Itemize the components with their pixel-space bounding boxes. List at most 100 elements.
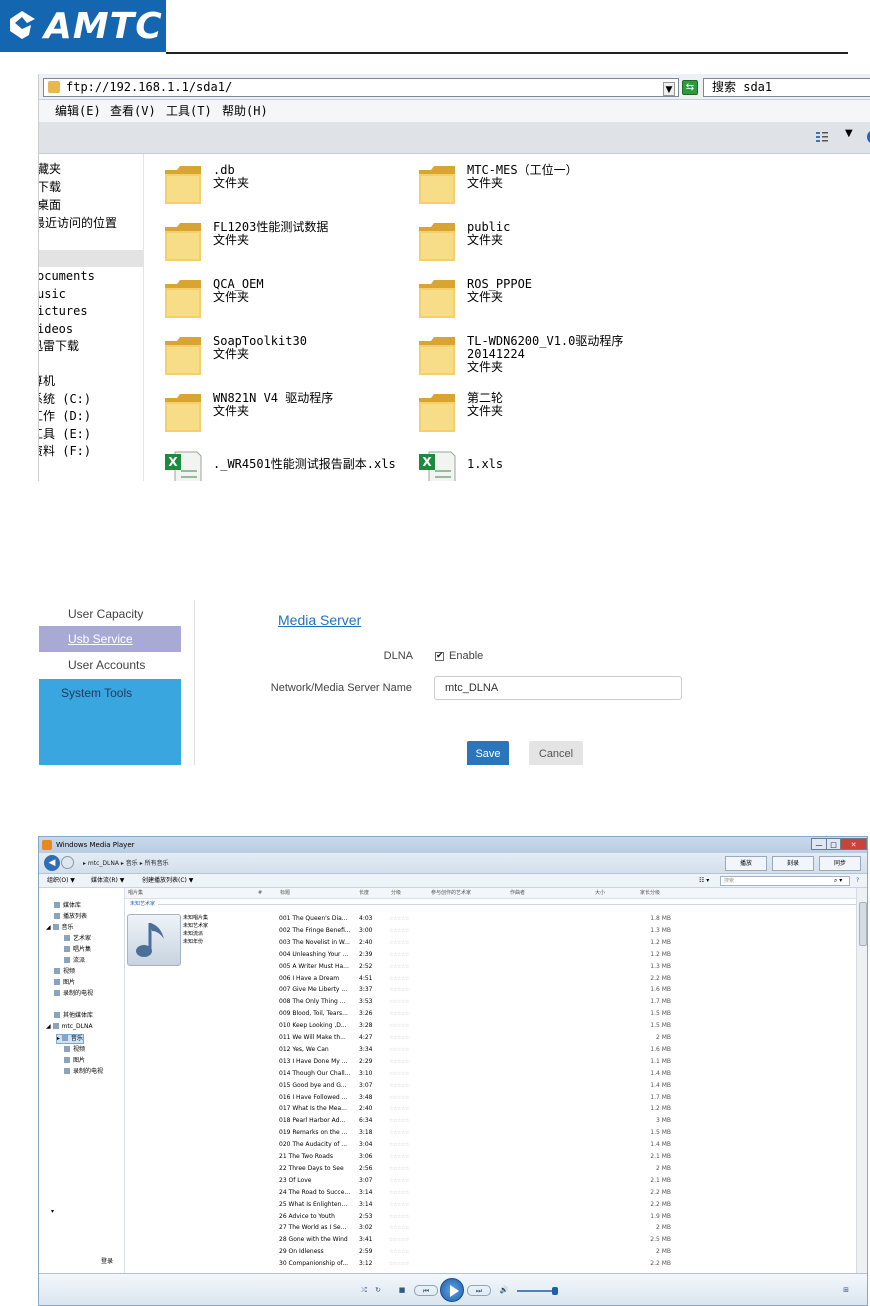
rating-stars-icon[interactable]: ☆☆☆☆☆ [389, 1068, 429, 1080]
nav-music[interactable]: usic [39, 287, 66, 301]
folder-item[interactable]: ROS_PPPOE 文件夹 [417, 274, 657, 328]
nav-albums[interactable]: 唱片集 [64, 946, 91, 954]
nav-artists[interactable]: 艺术家 [64, 935, 91, 943]
rating-stars-icon[interactable]: ☆☆☆☆☆ [389, 1175, 429, 1187]
maximize-icon[interactable]: □ [826, 838, 841, 850]
view-options-icon[interactable] [815, 130, 829, 144]
vertical-scrollbar[interactable] [856, 888, 867, 1281]
rating-stars-icon[interactable]: ☆☆☆☆☆ [389, 1127, 429, 1139]
rating-stars-icon[interactable]: ☆☆☆☆☆ [389, 1008, 429, 1020]
nav-playlists[interactable]: 播放列表 [54, 913, 87, 921]
cancel-button[interactable]: Cancel [529, 741, 583, 765]
volume-slider-knob[interactable] [552, 1287, 558, 1295]
rating-stars-icon[interactable]: ☆☆☆☆☆ [389, 1056, 429, 1068]
track-row[interactable]: 23 Of Love 3:07 ☆☆☆☆☆ 2.1 MB [277, 1175, 837, 1187]
track-row[interactable]: 016 I Have Followed ... 3:48 ☆☆☆☆☆ 1.7 MB [277, 1092, 837, 1104]
nav-other-libraries[interactable]: 其他媒体库 [54, 1012, 93, 1020]
stop-icon[interactable]: ■ [397, 1285, 407, 1296]
track-row[interactable]: 004 Unleashing Your ... 2:39 ☆☆☆☆☆ 1.2 MB [277, 949, 837, 961]
rating-stars-icon[interactable]: ☆☆☆☆☆ [389, 1199, 429, 1211]
address-dropdown-icon[interactable]: ▼ [663, 82, 675, 96]
track-row[interactable]: 014 Though Our Chall... 3:10 ☆☆☆☆☆ 1.4 MB [277, 1068, 837, 1080]
folder-item[interactable]: TL-WDN6200_V1.0驱动程序 20141224 文件夹 [417, 331, 657, 385]
nav-pictures[interactable]: 图片 [54, 979, 75, 987]
col-composer[interactable]: 作曲者 [510, 888, 525, 899]
nav-genres[interactable]: 流派 [64, 957, 85, 965]
sidebar-item-user-capacity[interactable]: User Capacity [39, 600, 181, 626]
nav-dlna-videos[interactable]: 视频 [64, 1046, 85, 1054]
rating-stars-icon[interactable]: ☆☆☆☆☆ [389, 1103, 429, 1115]
sidebar-item-user-accounts[interactable]: User Accounts [39, 652, 181, 679]
save-button[interactable]: Save [467, 741, 509, 765]
search-input[interactable]: 搜索 [720, 876, 850, 886]
rating-stars-icon[interactable]: ☆☆☆☆☆ [389, 1246, 429, 1258]
nav-mtc-dlna[interactable]: ◢ mtc_DLNA [46, 1023, 93, 1031]
nav-dlna-recorded-tv[interactable]: 录制的电视 [64, 1068, 103, 1076]
nav-dlna-pictures[interactable]: 图片 [64, 1057, 85, 1065]
track-row[interactable]: 019 Remarks on the ... 3:18 ☆☆☆☆☆ 1.5 MB [277, 1127, 837, 1139]
track-row[interactable]: 009 Blood, Toil, Tears... 3:26 ☆☆☆☆☆ 1.5 MB [277, 1008, 837, 1020]
file-item[interactable]: X 1.xls [417, 448, 657, 481]
folder-item[interactable]: MTC-MES（工位一） 文件夹 [417, 160, 657, 214]
folder-item[interactable]: .db 文件夹 [163, 160, 403, 214]
track-row[interactable]: 21 The Two Roads 3:06 ☆☆☆☆☆ 2.1 MB [277, 1151, 837, 1163]
tab-burn[interactable]: 刻录 [772, 856, 814, 871]
breadcrumb[interactable]: ▸ mtc_DLNA ▸ 音乐 ▸ 所有音乐 [83, 853, 169, 874]
switch-to-now-playing-icon[interactable]: ⊞ [841, 1285, 851, 1296]
col-contributing-artist[interactable]: 参与创作的艺术家 [431, 888, 471, 899]
col-rating[interactable]: 分级 [391, 888, 401, 899]
rating-stars-icon[interactable]: ☆☆☆☆☆ [389, 1187, 429, 1199]
rating-stars-icon[interactable]: ☆☆☆☆☆ [389, 1222, 429, 1234]
col-number[interactable]: # [258, 888, 262, 899]
nav-dlna-music[interactable]: ▸ 音乐 [56, 1034, 84, 1044]
rating-stars-icon[interactable]: ☆☆☆☆☆ [389, 1115, 429, 1127]
track-row[interactable]: 011 We Will Make th... 4:27 ☆☆☆☆☆ 2 MB [277, 1032, 837, 1044]
nav-drive-c[interactable]: 系统 (C:) [39, 392, 91, 406]
nav-videos[interactable]: ideos [39, 322, 73, 336]
col-parental-rating[interactable]: 家长分级 [640, 888, 660, 899]
col-length[interactable]: 长度 [359, 888, 369, 899]
rating-stars-icon[interactable]: ☆☆☆☆☆ [389, 1020, 429, 1032]
sidebar-item-usb-service[interactable]: Usb Service [39, 626, 181, 652]
nav-drive-e[interactable]: 工具 (E:) [39, 427, 91, 441]
organize-menu[interactable]: 组织(O) ▼ [47, 874, 75, 888]
address-input[interactable]: ftp://192.168.1.1/sda1/ [43, 78, 679, 97]
track-row[interactable]: 012 Yes, We Can 3:34 ☆☆☆☆☆ 1.6 MB [277, 1044, 837, 1056]
help-icon[interactable]: ? [856, 874, 859, 888]
nav-music[interactable]: ◢ 音乐 [46, 924, 74, 932]
search-icon[interactable]: ⌕ ▾ [834, 874, 842, 888]
rating-stars-icon[interactable]: ☆☆☆☆☆ [389, 1151, 429, 1163]
track-row[interactable]: 002 The Fringe Benefi... 3:00 ☆☆☆☆☆ 1.3 MB [277, 925, 837, 937]
folder-item[interactable]: FL1203性能测试数据 文件夹 [163, 217, 403, 271]
track-row[interactable]: 22 Three Days to See 2:56 ☆☆☆☆☆ 2 MB [277, 1163, 837, 1175]
folder-item[interactable]: 第二轮 文件夹 [417, 388, 657, 442]
track-row[interactable]: 30 Companionship of... 3:12 ☆☆☆☆☆ 2.2 MB [277, 1258, 837, 1270]
track-row[interactable]: 005 A Writer Must Ha... 2:52 ☆☆☆☆☆ 1.3 MB [277, 961, 837, 973]
folder-item[interactable]: SoapToolkit30 文件夹 [163, 331, 403, 385]
back-arrow-icon[interactable]: ◀ [44, 855, 60, 871]
stream-menu[interactable]: 媒体流(R) ▼ [91, 874, 124, 888]
volume-icon[interactable]: 🔊 [499, 1285, 509, 1296]
rating-stars-icon[interactable]: ☆☆☆☆☆ [389, 1163, 429, 1175]
nav-videos[interactable]: 视频 [54, 968, 75, 976]
rating-stars-icon[interactable]: ☆☆☆☆☆ [389, 1044, 429, 1056]
file-item[interactable]: X ._WR4501性能测试报告副本.xls [163, 448, 403, 481]
nav-computer[interactable]: 算机 [39, 374, 55, 388]
folder-item[interactable]: public 文件夹 [417, 217, 657, 271]
track-row[interactable]: 24 The Road to Succe... 3:14 ☆☆☆☆☆ 2.2 MB [277, 1187, 837, 1199]
track-row[interactable]: 001 The Queen's Dia... 4:03 ☆☆☆☆☆ 1.8 MB [277, 913, 837, 925]
col-title[interactable]: 标题 [280, 888, 290, 899]
nav-documents[interactable]: ocuments [39, 269, 95, 283]
menu-edit[interactable]: 编辑(E) [55, 100, 101, 122]
nav-favorites[interactable]: 藏夹 [39, 162, 61, 176]
close-icon[interactable]: ✕ [840, 838, 867, 850]
track-row[interactable]: 015 Good bye and G... 3:07 ☆☆☆☆☆ 1.4 MB [277, 1080, 837, 1092]
rating-stars-icon[interactable]: ☆☆☆☆☆ [389, 1258, 429, 1270]
track-row[interactable]: 020 The Audacity of ... 3:04 ☆☆☆☆☆ 1.4 MB [277, 1139, 837, 1151]
album-art[interactable] [127, 914, 181, 966]
nav-library[interactable]: 媒体库 [54, 902, 81, 910]
next-icon[interactable]: ⏭ [467, 1285, 491, 1296]
play-icon[interactable] [440, 1278, 464, 1302]
track-row[interactable]: 007 Give Me Liberty ... 3:37 ☆☆☆☆☆ 1.6 MB [277, 984, 837, 996]
rating-stars-icon[interactable]: ☆☆☆☆☆ [389, 925, 429, 937]
